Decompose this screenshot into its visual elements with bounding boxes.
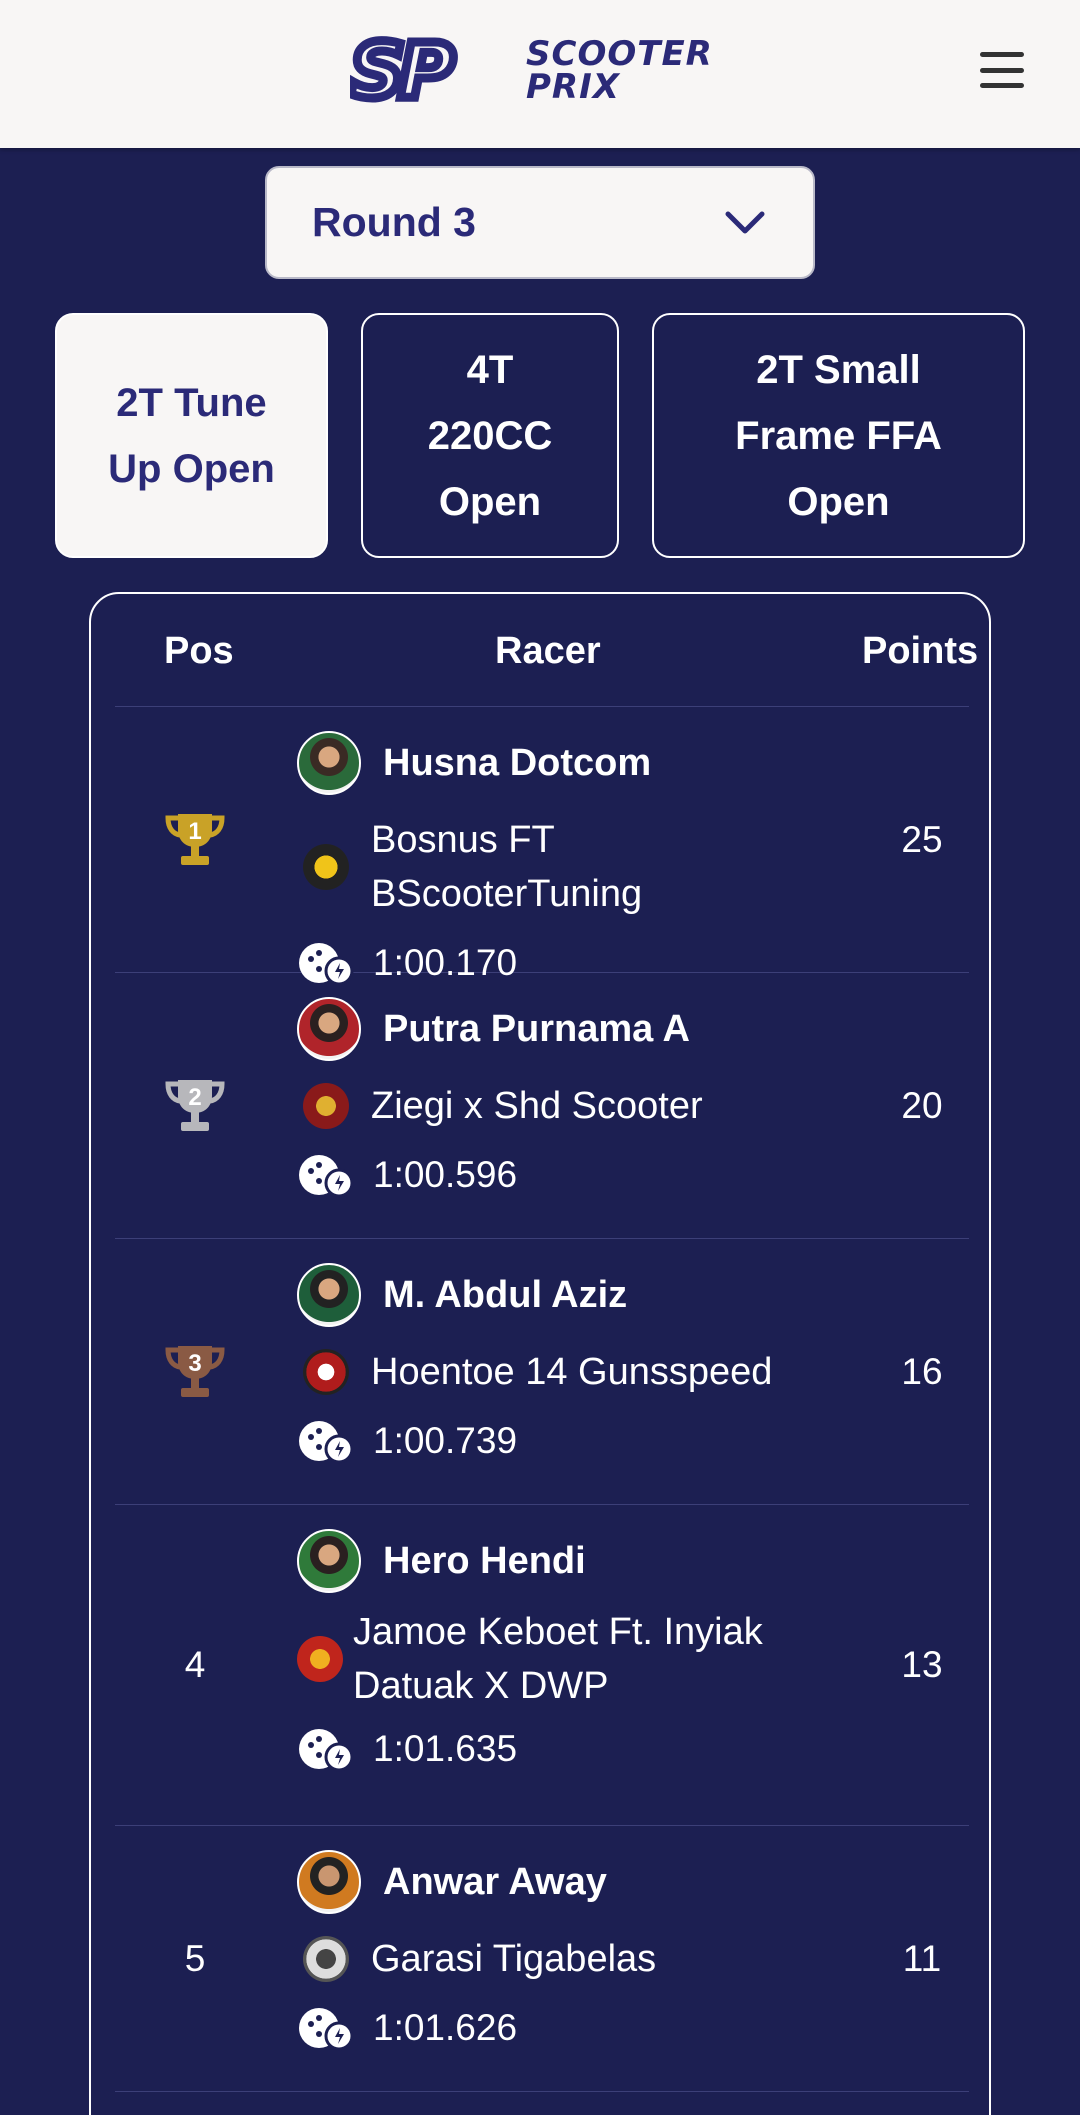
table-row[interactable]: 5 Anwar Away Garasi Tigabelas 1:01.626 1… bbox=[115, 1826, 969, 2092]
racer-name-line: Anwar Away bbox=[297, 1850, 817, 1914]
racer-team: Garasi Tigabelas bbox=[371, 1938, 657, 1980]
lap-time: 1:00.596 bbox=[373, 1154, 518, 1195]
lap-time-icon bbox=[299, 1729, 354, 1772]
racer-avatar bbox=[297, 997, 361, 1061]
table-header: Pos Racer Points bbox=[115, 594, 978, 707]
menu-bar bbox=[980, 67, 1024, 73]
results-table: Pos Racer Points 1 Husna Dotcom Bosnus F… bbox=[89, 592, 991, 2115]
racer-cell: M. Abdul Aziz Hoentoe 14 Gunsspeed 1:00.… bbox=[297, 1263, 817, 1465]
racer-cell: Hero Hendi Jamoe Keboet Ft. Inyiak Datua… bbox=[297, 1529, 817, 1773]
tab-2t-small-frame-ffa-open[interactable]: 2T Small Frame FFA Open bbox=[652, 313, 1025, 558]
round-select-value: Round 3 bbox=[312, 199, 476, 245]
lap-time-icon bbox=[299, 1155, 354, 1198]
table-row[interactable]: 1 Husna Dotcom Bosnus FT BScooterTuning … bbox=[115, 707, 969, 986]
racer-team: Ziegi x Shd Scooter bbox=[371, 1085, 703, 1127]
racer-team-line: Garasi Tigabelas bbox=[297, 1932, 817, 1986]
racer-team: Hoentoe 14 Gunsspeed bbox=[371, 1351, 773, 1393]
racer-avatar bbox=[297, 1263, 361, 1327]
racer-team: Jamoe Keboet Ft. Inyiak Datuak X DWP bbox=[353, 1611, 763, 1707]
tab-label-line: Open bbox=[438, 479, 542, 524]
logo-wordmark-line2: PRIX bbox=[526, 67, 620, 107]
trophy-number: 3 bbox=[188, 1349, 202, 1377]
tab-label-line: 2T Tune bbox=[116, 380, 267, 425]
points-cell: 25 bbox=[901, 818, 943, 860]
racer-cell: Anwar Away Garasi Tigabelas 1:01.626 bbox=[297, 1850, 817, 2052]
position-cell: 1 bbox=[115, 707, 275, 972]
racer-avatar bbox=[297, 1850, 361, 1914]
racer-name: Anwar Away bbox=[383, 1860, 607, 1903]
racer-name: Hero Hendi bbox=[383, 1539, 586, 1582]
trophy-bronze-icon: 3 bbox=[164, 1344, 226, 1400]
tab-4t-220cc-open[interactable]: 4T 220CC Open bbox=[361, 313, 619, 558]
racer-name-line: Putra Purnama A bbox=[297, 997, 817, 1061]
table-row[interactable]: 4 Hero Hendi Jamoe Keboet Ft. Inyiak Dat… bbox=[115, 1505, 969, 1826]
team-logo bbox=[297, 1636, 343, 1682]
lap-time: 1:01.635 bbox=[373, 1728, 518, 1769]
racer-name: Putra Purnama A bbox=[383, 1007, 690, 1050]
racer-name: Husna Dotcom bbox=[383, 741, 652, 784]
logo-wordmark: SCOOTER PRIX bbox=[526, 37, 713, 107]
racer-name-line: M. Abdul Aziz bbox=[297, 1263, 817, 1327]
team-logo bbox=[303, 844, 349, 890]
position-cell: 2 bbox=[115, 973, 275, 1238]
tab-label-line: 2T Small bbox=[756, 347, 921, 392]
racer-time-line: 1:00.739 bbox=[297, 1417, 817, 1465]
table-row[interactable]: 3 M. Abdul Aziz Hoentoe 14 Gunsspeed 1:0… bbox=[115, 1239, 969, 1505]
trophy-gold-icon: 1 bbox=[164, 812, 226, 868]
racer-cell: Putra Purnama A Ziegi x Shd Scooter 1:00… bbox=[297, 997, 817, 1199]
racer-avatar bbox=[297, 731, 361, 795]
chevron-down-icon bbox=[725, 210, 765, 236]
team-logo bbox=[303, 1936, 349, 1982]
table-row[interactable]: 2 Putra Purnama A Ziegi x Shd Scooter 1:… bbox=[115, 973, 969, 1239]
racer-team: Bosnus FT BScooterTuning bbox=[371, 819, 643, 915]
tab-label-line: Open bbox=[787, 479, 890, 524]
points-cell: 13 bbox=[901, 1644, 943, 1685]
team-logo bbox=[303, 1083, 349, 1129]
racer-team-line: Bosnus FT BScooterTuning bbox=[297, 813, 817, 921]
header-racer: Racer bbox=[495, 630, 601, 672]
trophy-silver-icon: 2 bbox=[164, 1078, 226, 1134]
racer-cell: Husna Dotcom Bosnus FT BScooterTuning 1:… bbox=[297, 731, 817, 987]
trophy-number: 1 bbox=[188, 817, 202, 845]
app-header: SP SCOOTER PRIX bbox=[0, 0, 1080, 148]
header-points: Points bbox=[862, 630, 979, 672]
racer-name-line: Husna Dotcom bbox=[297, 731, 817, 795]
points-cell: 11 bbox=[902, 1937, 942, 1979]
trophy-number: 2 bbox=[188, 1083, 202, 1111]
tab-2t-tune-up-open[interactable]: 2T Tune Up Open bbox=[55, 313, 328, 558]
tab-label-line: Frame FFA bbox=[735, 413, 942, 458]
lap-time-icon bbox=[299, 2008, 354, 2051]
team-logo bbox=[303, 1349, 349, 1395]
racer-avatar bbox=[297, 1529, 361, 1593]
lap-time: 1:01.626 bbox=[373, 2007, 518, 2048]
scooter-prix-logo[interactable]: SP SCOOTER PRIX bbox=[350, 34, 730, 108]
racer-name: M. Abdul Aziz bbox=[383, 1273, 628, 1316]
tab-label-line: Up Open bbox=[108, 446, 275, 491]
position-cell: 3 bbox=[115, 1239, 275, 1504]
tab-label-line: 220CC bbox=[427, 413, 553, 458]
racer-team-line: Ziegi x Shd Scooter bbox=[297, 1079, 817, 1133]
points-cell: 16 bbox=[901, 1350, 943, 1392]
header-pos: Pos bbox=[164, 630, 234, 672]
points-cell: 20 bbox=[901, 1084, 943, 1126]
racer-team-line: Jamoe Keboet Ft. Inyiak Datuak X DWP bbox=[297, 1605, 817, 1713]
lap-time-icon bbox=[299, 1421, 354, 1464]
logo-mark: SP bbox=[350, 34, 459, 108]
menu-bar bbox=[980, 52, 1024, 57]
tab-label-line: 4T bbox=[466, 347, 514, 392]
menu-bar bbox=[980, 83, 1024, 88]
position-cell: 4 bbox=[184, 1644, 206, 1685]
racer-name-line: Hero Hendi bbox=[297, 1529, 817, 1593]
lap-time: 1:00.739 bbox=[373, 1420, 518, 1461]
round-select[interactable]: Round 3 bbox=[265, 166, 815, 279]
position-cell: 5 bbox=[184, 1937, 206, 1979]
hamburger-menu-icon[interactable] bbox=[980, 52, 1024, 88]
racer-team-line: Hoentoe 14 Gunsspeed bbox=[297, 1345, 817, 1399]
racer-time-line: 1:01.626 bbox=[297, 2004, 817, 2052]
racer-time-line: 1:00.596 bbox=[297, 1151, 817, 1199]
racer-time-line: 1:01.635 bbox=[297, 1725, 817, 1773]
